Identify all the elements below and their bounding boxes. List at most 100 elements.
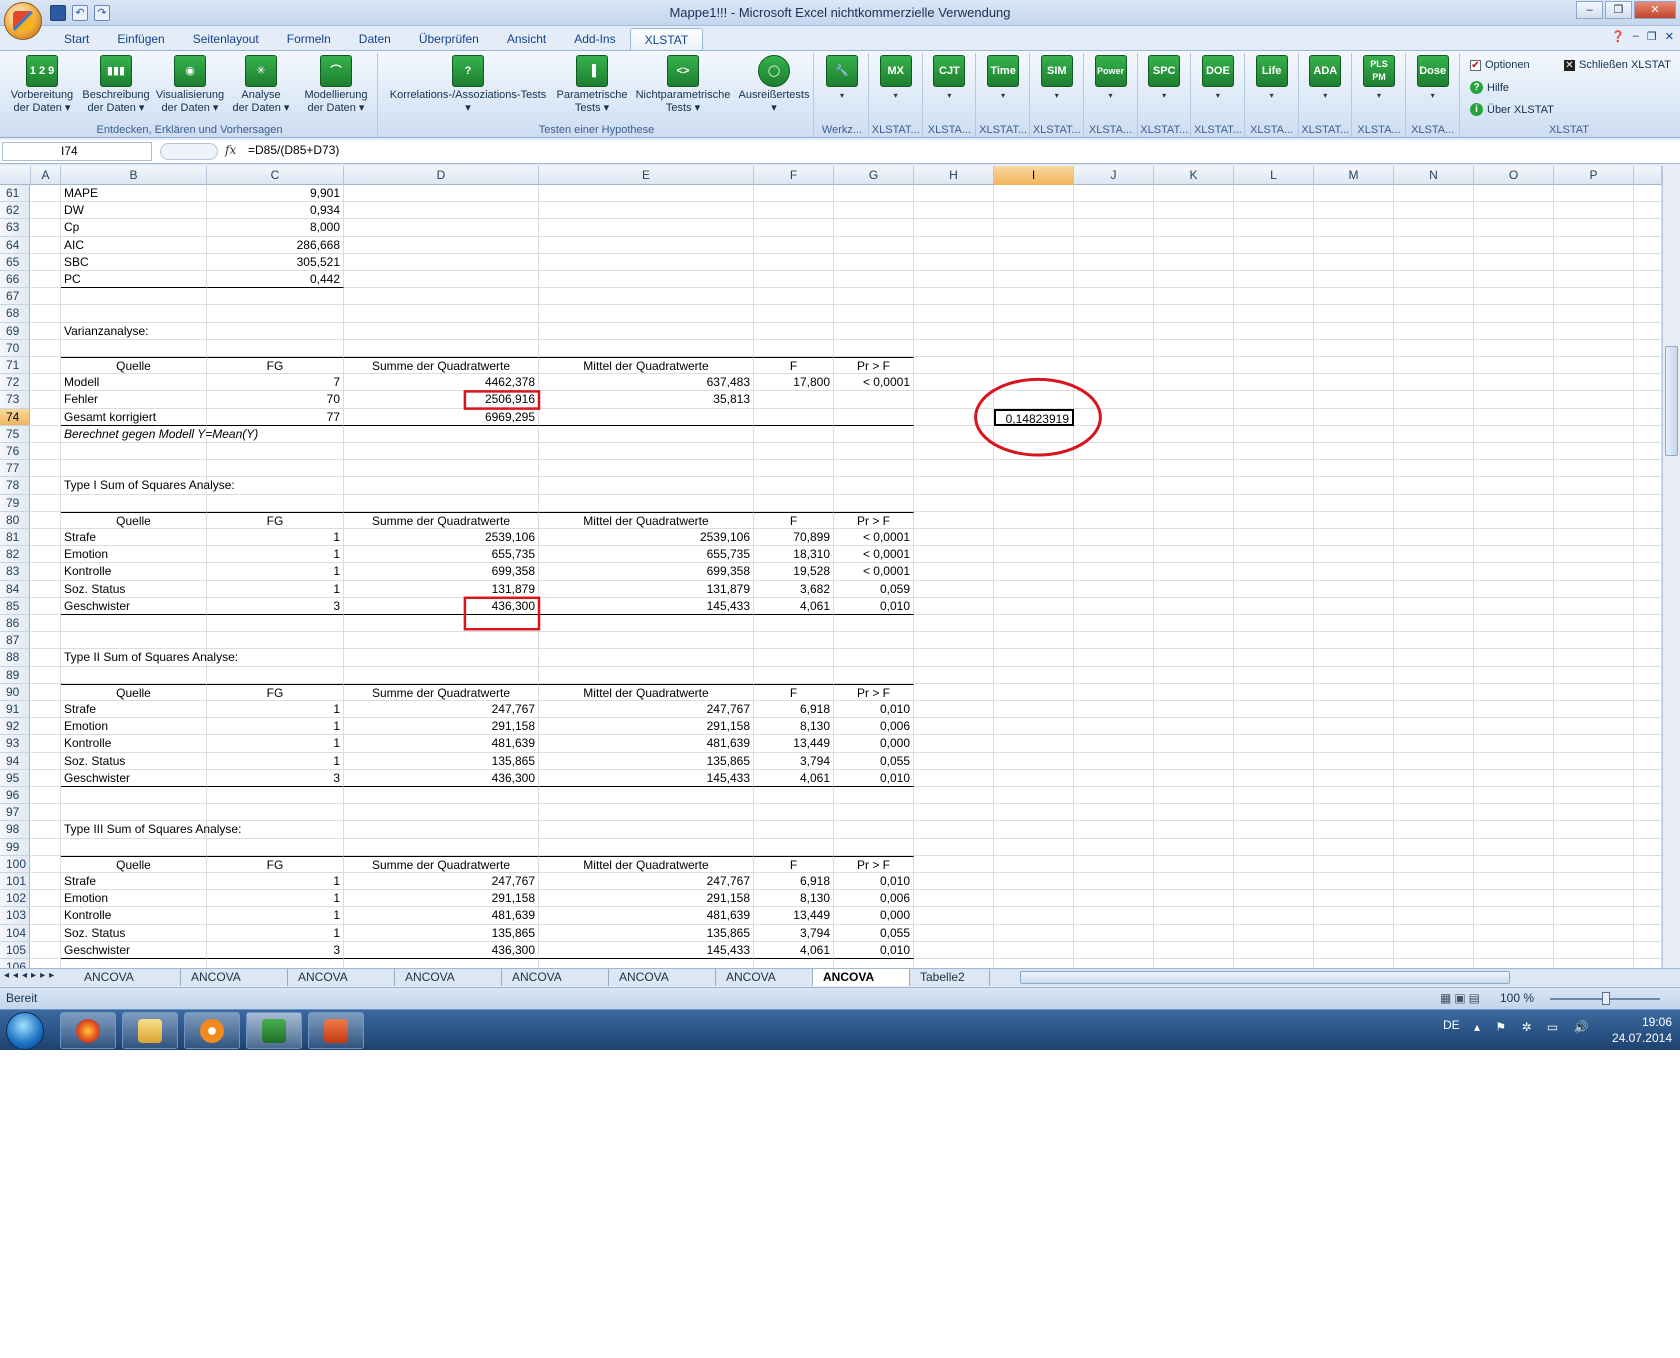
cell-N96[interactable]	[1394, 787, 1474, 805]
cell-C81[interactable]: 1	[207, 529, 344, 547]
cell-G73[interactable]	[834, 391, 914, 409]
cell-H90[interactable]	[914, 683, 994, 701]
cell-M77[interactable]	[1314, 460, 1394, 478]
cell-L70[interactable]	[1234, 339, 1314, 357]
cell-F105[interactable]: 4,061	[754, 941, 834, 959]
cell-B62[interactable]: DW	[61, 202, 207, 220]
cell-M76[interactable]	[1314, 443, 1394, 461]
cell-B74[interactable]: Gesamt korrigiert	[61, 408, 207, 426]
cell-E80[interactable]: Mittel der Quadratwerte	[539, 511, 754, 529]
cell-K75[interactable]	[1154, 425, 1234, 443]
cell-L101[interactable]	[1234, 873, 1314, 891]
cell-I74[interactable]: 0,14823919	[994, 408, 1074, 426]
cell-P69[interactable]	[1554, 322, 1634, 340]
cell-G96[interactable]	[834, 787, 914, 805]
ribbon-small-button-8[interactable]: Life ▾	[1254, 55, 1290, 102]
cell-C94[interactable]: 1	[207, 752, 344, 770]
cell-A65[interactable]	[31, 253, 61, 271]
cell-M79[interactable]	[1314, 494, 1394, 512]
cell-D65[interactable]	[344, 253, 539, 271]
sheet-tab-4[interactable]: ANCOVA ESWS	[502, 969, 609, 1000]
cell-C70[interactable]	[207, 339, 344, 357]
cell-L96[interactable]	[1234, 787, 1314, 805]
ribbon-small-button-7[interactable]: DOE ▾	[1200, 55, 1236, 102]
cell-M86[interactable]	[1314, 615, 1394, 633]
cell-J96[interactable]	[1074, 787, 1154, 805]
cell-D98[interactable]	[344, 821, 539, 839]
cell-O71[interactable]	[1474, 357, 1554, 375]
taskbar-excel[interactable]	[246, 1012, 302, 1049]
cell-J90[interactable]	[1074, 683, 1154, 701]
cell-P96[interactable]	[1554, 787, 1634, 805]
cell-B94[interactable]: Soz. Status	[61, 752, 207, 770]
taskbar-media-player[interactable]	[184, 1012, 240, 1049]
cell-K104[interactable]	[1154, 924, 1234, 942]
cell-K85[interactable]	[1154, 597, 1234, 615]
cell-E101[interactable]: 247,767	[539, 873, 754, 891]
cell-E91[interactable]: 247,767	[539, 701, 754, 719]
cell-P83[interactable]	[1554, 563, 1634, 581]
cell-I95[interactable]	[994, 769, 1074, 787]
cell-I106[interactable]	[994, 959, 1074, 968]
cell-E95[interactable]: 145,433	[539, 769, 754, 787]
cell-E104[interactable]: 135,865	[539, 924, 754, 942]
close-button[interactable]: ✕	[1634, 1, 1676, 19]
cell-D68[interactable]	[344, 305, 539, 323]
cell-I69[interactable]	[994, 322, 1074, 340]
cell-H87[interactable]	[914, 632, 994, 650]
cell-F67[interactable]	[754, 288, 834, 306]
cell-I63[interactable]	[994, 219, 1074, 237]
cell-L72[interactable]	[1234, 374, 1314, 392]
cell-A86[interactable]	[31, 615, 61, 633]
cell-G86[interactable]	[834, 615, 914, 633]
cell-M103[interactable]	[1314, 907, 1394, 925]
cell-D71[interactable]: Summe der Quadratwerte	[344, 357, 539, 375]
cell-N100[interactable]	[1394, 855, 1474, 873]
cell-H76[interactable]	[914, 443, 994, 461]
cell-H74[interactable]	[914, 408, 994, 426]
cell-E68[interactable]	[539, 305, 754, 323]
row-header-65[interactable]: 65	[0, 253, 30, 271]
cell-J100[interactable]	[1074, 855, 1154, 873]
cell-G78[interactable]	[834, 477, 914, 495]
ribbon-button-group2-2[interactable]: <> Nichtparametrische Tests ▾	[630, 55, 736, 115]
cell-I105[interactable]	[994, 941, 1074, 959]
cell-D82[interactable]: 655,735	[344, 546, 539, 564]
cell-I76[interactable]	[994, 443, 1074, 461]
cell-O63[interactable]	[1474, 219, 1554, 237]
cell-O99[interactable]	[1474, 838, 1554, 856]
cell-M93[interactable]	[1314, 735, 1394, 753]
row-header-68[interactable]: 68	[0, 305, 30, 323]
cell-N76[interactable]	[1394, 443, 1474, 461]
cell-N80[interactable]	[1394, 511, 1474, 529]
column-header-J[interactable]: J	[1074, 166, 1154, 185]
cell-O81[interactable]	[1474, 529, 1554, 547]
cell-H99[interactable]	[914, 838, 994, 856]
cell-D95[interactable]: 436,300	[344, 769, 539, 787]
cell-D102[interactable]: 291,158	[344, 890, 539, 908]
cell-N98[interactable]	[1394, 821, 1474, 839]
cell-H68[interactable]	[914, 305, 994, 323]
cell-A97[interactable]	[31, 804, 61, 822]
cell-C105[interactable]: 3	[207, 941, 344, 959]
cell-O66[interactable]	[1474, 271, 1554, 289]
cell-B96[interactable]	[61, 787, 207, 805]
cell-M65[interactable]	[1314, 253, 1394, 271]
cell-A69[interactable]	[31, 322, 61, 340]
cell-K99[interactable]	[1154, 838, 1234, 856]
cell-M105[interactable]	[1314, 941, 1394, 959]
sheet-tab-5[interactable]: ANCOVA SWPA	[609, 969, 716, 1000]
cell-I70[interactable]	[994, 339, 1074, 357]
cell-E74[interactable]	[539, 408, 754, 426]
cell-F96[interactable]	[754, 787, 834, 805]
cell-H97[interactable]	[914, 804, 994, 822]
cell-O87[interactable]	[1474, 632, 1554, 650]
cell-O98[interactable]	[1474, 821, 1554, 839]
cell-A73[interactable]	[31, 391, 61, 409]
cell-K88[interactable]	[1154, 649, 1234, 667]
cell-E89[interactable]	[539, 666, 754, 684]
cell-C89[interactable]	[207, 666, 344, 684]
cell-A68[interactable]	[31, 305, 61, 323]
cell-L91[interactable]	[1234, 701, 1314, 719]
cell-M82[interactable]	[1314, 546, 1394, 564]
